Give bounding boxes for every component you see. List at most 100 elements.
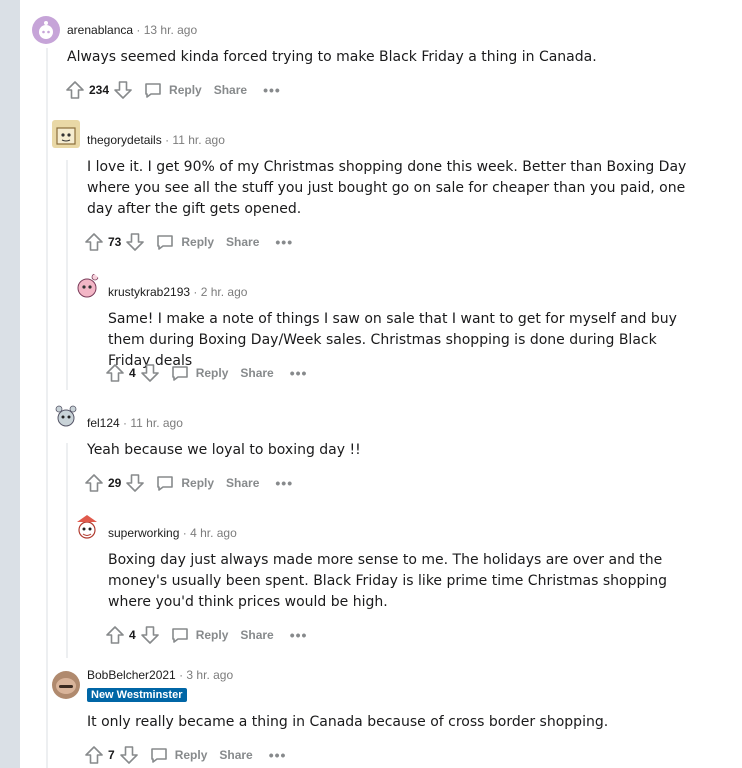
downvote-arrow-icon (140, 364, 159, 382)
comment-bubble-icon (171, 628, 188, 643)
comment-meta: BobBelcher2021 · 3 hr. ago (87, 668, 233, 682)
snoo-avatar-icon (55, 405, 77, 427)
share-label: Share (226, 235, 260, 249)
timestamp[interactable]: 11 hr. ago (130, 416, 183, 430)
reply-label: Reply (181, 235, 215, 249)
reply-button[interactable]: Reply (155, 232, 214, 252)
snoo-avatar-icon (39, 21, 53, 39)
comment-bubble-icon (171, 366, 188, 381)
upvote-button[interactable] (84, 232, 104, 252)
timestamp[interactable]: 13 hr. ago (144, 23, 197, 37)
vote-score: 234 (89, 83, 110, 97)
avatar[interactable] (32, 16, 60, 44)
share-button[interactable]: Share (226, 235, 259, 249)
vote-score: 73 (108, 235, 122, 249)
share-label: Share (240, 628, 274, 642)
reply-button[interactable]: Reply (155, 473, 214, 493)
meta-separator: · (165, 133, 170, 147)
meta-separator: · (179, 668, 184, 682)
comment-meta: thegorydetails · 11 hr. ago (87, 133, 225, 147)
comment-meta: arenablanca · 13 hr. ago (67, 23, 197, 37)
comment-bubble-icon (157, 235, 174, 250)
upvote-arrow-icon (85, 746, 103, 764)
downvote-arrow-icon (126, 233, 145, 251)
thread-line[interactable] (66, 443, 68, 658)
reply-label: Reply (181, 476, 215, 490)
username[interactable]: krustykrab2193 (108, 285, 190, 299)
meta-separator: · (182, 526, 187, 540)
snoo-avatar-icon (56, 127, 76, 145)
thread-line[interactable] (66, 160, 68, 390)
upvote-arrow-icon (85, 233, 103, 251)
comment-actions: 29 Reply Share ••• (84, 471, 293, 495)
more-options-icon[interactable]: ••• (290, 627, 308, 643)
share-button[interactable]: Share (219, 748, 252, 762)
comment-actions: 4 Reply Share ••• (105, 623, 307, 647)
upvote-arrow-icon (106, 364, 124, 382)
share-button[interactable]: Share (240, 366, 273, 380)
comment-meta: krustykrab2193 · 2 hr. ago (108, 285, 247, 299)
comment-actions: 4 Reply Share ••• (105, 361, 307, 385)
reply-button[interactable]: Reply (149, 745, 208, 765)
comment-panel: arenablanca · 13 hr. ago Always seemed k… (20, 0, 742, 768)
share-label: Share (240, 366, 274, 380)
username[interactable]: arenablanca (67, 23, 133, 37)
vote-score: 29 (108, 476, 122, 490)
avatar[interactable] (52, 403, 80, 431)
reply-button[interactable]: Reply (170, 363, 228, 383)
upvote-button[interactable] (105, 363, 125, 383)
share-button[interactable]: Share (226, 476, 259, 490)
meta-separator: · (123, 416, 128, 430)
reply-label: Reply (195, 628, 229, 642)
username[interactable]: fel124 (87, 416, 120, 430)
more-options-icon[interactable]: ••• (269, 747, 287, 763)
avatar[interactable] (52, 120, 80, 148)
username[interactable]: thegorydetails (87, 133, 162, 147)
comment-bubble-icon (150, 748, 167, 763)
timestamp[interactable]: 11 hr. ago (172, 133, 225, 147)
timestamp[interactable]: 4 hr. ago (190, 526, 237, 540)
downvote-button[interactable] (119, 745, 139, 765)
comment-bubble-icon (157, 476, 174, 491)
meta-separator: · (136, 23, 141, 37)
username[interactable]: BobBelcher2021 (87, 668, 176, 682)
meta-separator: · (193, 285, 198, 299)
avatar[interactable] (73, 272, 101, 300)
downvote-button[interactable] (125, 473, 145, 493)
upvote-button[interactable] (105, 625, 125, 645)
username[interactable]: superworking (108, 526, 179, 540)
timestamp[interactable]: 3 hr. ago (186, 668, 233, 682)
avatar[interactable] (73, 513, 101, 541)
comment-meta: fel124 · 11 hr. ago (87, 416, 183, 430)
thread-line[interactable] (46, 48, 48, 768)
vote-score: 4 (129, 628, 136, 642)
downvote-arrow-icon (140, 626, 159, 644)
user-flair: New Westminster (87, 688, 187, 702)
timestamp[interactable]: 2 hr. ago (201, 285, 248, 299)
share-button[interactable]: Share (240, 628, 273, 642)
reply-button[interactable]: Reply (143, 80, 202, 100)
snoo-avatar-icon (77, 273, 99, 298)
upvote-button[interactable] (84, 745, 104, 765)
share-label: Share (219, 748, 253, 762)
more-options-icon[interactable]: ••• (275, 475, 293, 491)
downvote-button[interactable] (113, 80, 133, 100)
avatar[interactable] (52, 671, 80, 699)
upvote-button[interactable] (84, 473, 104, 493)
downvote-arrow-icon (114, 81, 132, 99)
comment-actions: 7 Reply Share ••• (84, 743, 286, 767)
reply-button[interactable]: Reply (170, 625, 229, 645)
comment-meta: superworking · 4 hr. ago (108, 526, 237, 540)
more-options-icon[interactable]: ••• (275, 234, 293, 250)
reply-label: Reply (174, 748, 208, 762)
comment-body: Boxing day just always made more sense t… (108, 552, 667, 610)
user-photo-icon (56, 678, 76, 694)
upvote-button[interactable] (65, 80, 85, 100)
downvote-arrow-icon (126, 474, 145, 492)
downvote-button[interactable] (140, 363, 160, 383)
downvote-button[interactable] (140, 625, 160, 645)
share-button[interactable]: Share (214, 83, 247, 97)
downvote-button[interactable] (125, 232, 145, 252)
more-options-icon[interactable]: ••• (290, 365, 308, 381)
more-options-icon[interactable]: ••• (263, 82, 281, 98)
